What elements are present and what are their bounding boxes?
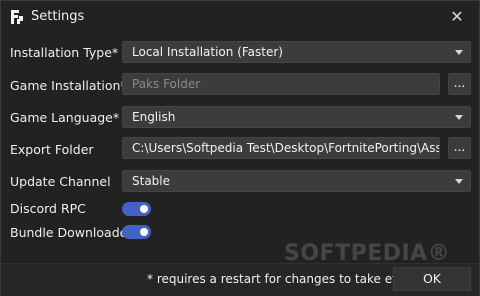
settings-form: Installation Type* Local Installation (F… — [1, 33, 479, 263]
toggle-knob — [140, 228, 148, 236]
installation-type-select[interactable]: Local Installation (Faster) — [122, 41, 471, 63]
game-installation-label: Game Installation* — [10, 78, 127, 93]
game-language-value: English — [132, 110, 176, 124]
window-title: Settings — [31, 9, 85, 24]
update-channel-value: Stable — [132, 174, 171, 188]
close-icon[interactable]: ✕ — [445, 7, 469, 27]
toggle-knob — [140, 205, 148, 213]
bundle-downloader-label: Bundle Downloader — [10, 225, 133, 240]
game-installation-placeholder: Paks Folder — [132, 77, 201, 91]
update-channel-label: Update Channel — [10, 174, 111, 189]
chevron-down-icon — [455, 179, 463, 184]
export-folder-value: C:\Users\Softpedia Test\Desktop\Fortnite… — [132, 141, 440, 155]
game-language-label: Game Language* — [10, 110, 120, 125]
ok-button[interactable]: OK — [393, 267, 471, 291]
title-bar: Settings ✕ — [1, 1, 479, 33]
update-channel-select[interactable]: Stable — [122, 170, 471, 192]
settings-window: Settings ✕ Installation Type* Local Inst… — [0, 0, 480, 296]
chevron-down-icon — [455, 115, 463, 120]
discord-rpc-label: Discord RPC — [10, 201, 86, 216]
export-folder-browse-button[interactable]: ... — [448, 137, 471, 159]
footer-bar: * requires a restart for changes to take… — [1, 263, 479, 296]
game-installation-browse-button[interactable]: ... — [448, 73, 471, 95]
installation-type-value: Local Installation (Faster) — [132, 45, 283, 59]
export-folder-input[interactable]: C:\Users\Softpedia Test\Desktop\Fortnite… — [122, 137, 440, 159]
bundle-downloader-toggle[interactable] — [122, 225, 151, 239]
export-folder-label: Export Folder — [10, 142, 94, 157]
restart-note: * requires a restart for changes to take… — [147, 272, 420, 286]
app-logo-icon — [11, 10, 23, 24]
chevron-down-icon — [455, 50, 463, 55]
installation-type-label: Installation Type* — [10, 45, 119, 60]
discord-rpc-toggle[interactable] — [122, 202, 151, 216]
game-language-select[interactable]: English — [122, 106, 471, 128]
game-installation-input[interactable]: Paks Folder — [122, 73, 440, 95]
